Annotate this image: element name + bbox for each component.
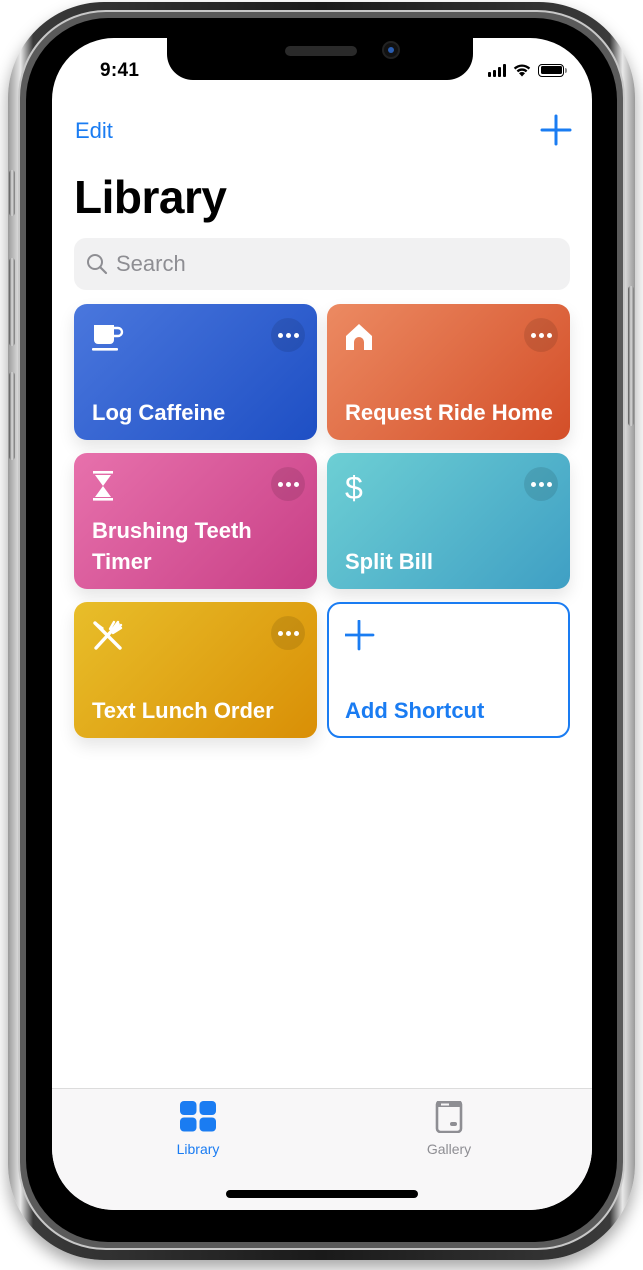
speaker-grille <box>285 46 357 56</box>
more-options-button[interactable] <box>271 467 305 501</box>
tab-label: Library <box>176 1141 220 1157</box>
battery-icon <box>538 63 567 77</box>
search-input[interactable] <box>116 251 570 277</box>
wifi-icon <box>513 64 531 77</box>
volume-up-button <box>9 258 15 346</box>
shortcut-title: Request Ride Home <box>345 400 553 425</box>
grid-icon <box>180 1101 216 1132</box>
shortcut-card-text-lunch-order[interactable]: Text Lunch Order <box>74 602 317 738</box>
more-options-button[interactable] <box>271 616 305 650</box>
plus-icon <box>540 114 572 146</box>
home-indicator[interactable] <box>226 1190 418 1198</box>
add-button[interactable] <box>540 114 572 146</box>
status-time: 9:41 <box>100 60 140 81</box>
more-options-button[interactable] <box>524 318 558 352</box>
search-bar[interactable] <box>74 238 570 290</box>
shortcut-card-request-ride-home[interactable]: Request Ride Home <box>327 304 570 440</box>
svg-text:$: $ <box>345 471 363 505</box>
add-shortcut-label: Add Shortcut <box>345 698 485 723</box>
tab-library[interactable]: Library <box>138 1101 258 1157</box>
shortcut-title: Brushing Teeth Timer <box>92 518 252 574</box>
shortcut-title: Text Lunch Order <box>92 698 274 723</box>
cellular-signal-icon <box>488 63 506 77</box>
tab-label: Gallery <box>426 1141 472 1157</box>
search-icon <box>87 254 108 275</box>
shortcut-title: Log Caffeine <box>92 400 226 425</box>
shortcut-title: Split Bill <box>345 549 433 574</box>
front-camera <box>382 41 400 59</box>
edit-button[interactable]: Edit <box>75 118 113 144</box>
coffee-cup-icon <box>92 325 124 351</box>
gallery-icon <box>435 1101 463 1133</box>
notch <box>167 38 473 80</box>
plus-icon <box>345 620 375 651</box>
hourglass-icon <box>93 471 113 501</box>
house-icon <box>346 324 372 350</box>
fork-knife-icon <box>93 620 123 650</box>
more-options-button[interactable] <box>271 318 305 352</box>
tab-gallery[interactable]: Gallery <box>389 1101 509 1157</box>
more-options-button[interactable] <box>524 467 558 501</box>
shortcut-card-split-bill[interactable]: $ Split Bill <box>327 453 570 589</box>
silent-switch <box>9 170 15 216</box>
shortcut-card-log-caffeine[interactable]: Log Caffeine <box>74 304 317 440</box>
status-icons <box>488 63 567 77</box>
dollar-sign-icon: $ <box>345 471 363 505</box>
add-shortcut-card[interactable]: Add Shortcut <box>327 602 570 738</box>
page-title: Library <box>74 171 227 223</box>
shortcut-card-brushing-teeth-timer[interactable]: Brushing Teeth Timer <box>74 453 317 589</box>
volume-down-button <box>9 372 15 460</box>
side-button <box>628 286 634 426</box>
shortcut-grid: Log Caffeine Request Ride Home Brushing … <box>74 304 570 738</box>
screen: 9:41 Edit Library Search Log Caffeine Re… <box>52 38 592 1210</box>
